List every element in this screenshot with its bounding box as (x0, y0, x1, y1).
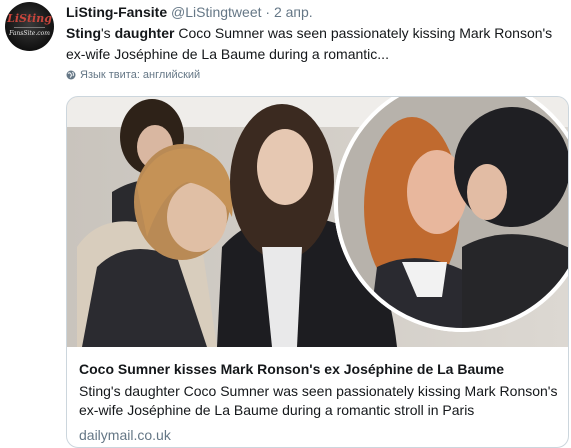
separator-dot: · (265, 4, 271, 20)
card-title[interactable]: Coco Sumner kisses Mark Ronson's ex José… (79, 361, 504, 377)
tweet-text-part: 's (101, 25, 115, 41)
avatar[interactable]: LiSting FansSite.com (5, 2, 54, 51)
avatar-logo-text: LiSting (7, 12, 52, 25)
tweet-header: LiSting-Fansite @LiStingtweet · 2 апр. (66, 4, 313, 20)
author-name[interactable]: LiSting-Fansite (66, 4, 167, 20)
author-handle[interactable]: @LiStingtweet (171, 4, 261, 20)
tweet-language: Язык твита: английский (66, 69, 200, 81)
avatar-logo-divider (14, 27, 45, 28)
globe-icon (66, 70, 76, 80)
tweet-highlight-word: daughter (114, 25, 175, 41)
card-photo[interactable] (67, 97, 569, 347)
card-domain: dailymail.co.uk (79, 427, 171, 443)
link-card[interactable]: Coco Sumner kisses Mark Ronson's ex José… (66, 96, 569, 448)
avatar-logo-subtext: FansSite.com (9, 30, 50, 37)
tweet-language-label: Язык твита: английский (80, 69, 201, 81)
tweet-highlight-word: Sting (66, 25, 101, 41)
tweet-text: Sting's daughter Coco Sumner was seen pa… (66, 23, 561, 65)
tweet-timestamp[interactable]: 2 апр. (274, 4, 313, 20)
card-description: Sting's daughter Coco Sumner was seen pa… (79, 383, 558, 418)
